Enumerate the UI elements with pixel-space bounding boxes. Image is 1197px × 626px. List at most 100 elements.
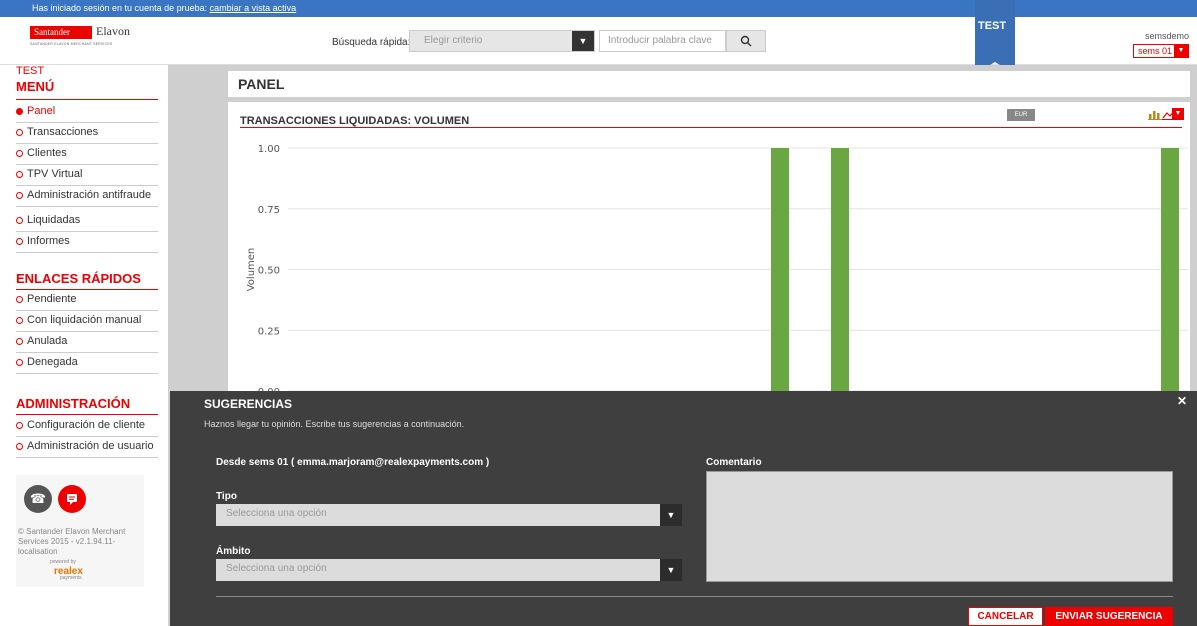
quick-link-voided[interactable]: Anulada xyxy=(16,332,158,353)
chart-widget: TRANSACCIONES LIQUIDADAS: VOLUMEN EUR ▼ … xyxy=(228,102,1190,392)
feedback-button[interactable] xyxy=(58,485,86,513)
chevron-down-icon: ▼ xyxy=(572,31,594,51)
y-tick-label: 0.75 xyxy=(258,205,280,216)
page-title: PANEL xyxy=(238,76,285,92)
quick-link-declined[interactable]: Denegada xyxy=(16,353,158,374)
bullet-icon xyxy=(16,359,23,366)
bullet-icon xyxy=(16,422,23,429)
chat-icon xyxy=(67,494,77,505)
trial-account-bar: Has iniciado sesión en tu cuenta de prue… xyxy=(0,0,1197,17)
type-select-placeholder: Selecciona una opción xyxy=(226,508,327,519)
copyright-text: © Santander Elavon Merchant Services 201… xyxy=(18,527,126,556)
chevron-down-icon: ▼ xyxy=(660,504,682,526)
chart-bar xyxy=(771,148,789,391)
send-suggestion-button[interactable]: ENVIAR SUGERENCIA xyxy=(1045,607,1173,626)
ribbon-shape xyxy=(975,0,1015,74)
y-tick-label: 0.25 xyxy=(258,326,280,337)
account-select-value: sems 01 xyxy=(1138,46,1173,56)
bullet-icon xyxy=(16,338,23,345)
suggestions-description: Haznos llegar tu opinión. Escribe tus su… xyxy=(204,419,465,429)
switch-to-live-link[interactable]: cambiar a vista activa xyxy=(210,3,297,13)
sidebar-item-reports[interactable]: Informes xyxy=(16,232,158,253)
sidebar-item-clients[interactable]: Clientes xyxy=(16,144,158,165)
keyword-input[interactable]: Introducir palabra clave xyxy=(599,30,726,52)
search-icon xyxy=(740,35,752,47)
comment-textarea[interactable] xyxy=(706,471,1173,582)
test-badge-label: TEST xyxy=(978,20,1007,32)
search-button[interactable] xyxy=(726,30,766,52)
phone-button[interactable]: ☎ xyxy=(24,485,52,513)
type-select[interactable]: Selecciona una opción ▼ xyxy=(216,504,682,526)
bullet-icon xyxy=(16,129,23,136)
admin-title: ADMINISTRACIÓN xyxy=(16,396,131,411)
chart-title: TRANSACCIONES LIQUIDADAS: VOLUMEN xyxy=(240,115,470,127)
quick-search-label: Búsqueda rápida: xyxy=(332,37,411,48)
chevron-down-icon: ▼ xyxy=(1174,45,1188,57)
logo-elavon: Elavon xyxy=(96,24,130,38)
logo-tagline: SANTANDER ELAVON MERCHANT SERVICES xyxy=(30,42,113,46)
contact-panel: ☎ © Santander Elavon Merchant Services 2… xyxy=(16,475,144,587)
chart-title-underline xyxy=(240,127,1182,128)
bullet-icon xyxy=(16,217,23,224)
username: semsdemo xyxy=(1144,31,1189,41)
quick-link-manual-settlement[interactable]: Con liquidación manual xyxy=(16,311,158,332)
currency-badge[interactable]: EUR xyxy=(1007,109,1035,121)
volume-chart: 0.000.250.500.751.0015 abr20 abr25 abr30… xyxy=(246,144,1188,392)
sidebar-item-antifraud[interactable]: Administración antifraude xyxy=(16,186,158,207)
scope-label: Ámbito xyxy=(216,546,251,557)
quick-link-pending[interactable]: Pendiente xyxy=(16,290,158,311)
chart-bar xyxy=(1161,148,1179,391)
test-environment-ribbon: TEST xyxy=(975,0,1015,74)
chevron-down-icon[interactable]: ▼ xyxy=(1172,108,1184,120)
bullet-icon xyxy=(16,296,23,303)
env-label: TEST xyxy=(16,65,45,77)
bullet-filled-icon xyxy=(16,108,23,115)
bullet-icon xyxy=(16,192,23,199)
search-criteria-select[interactable]: Elegir criterio ▼ xyxy=(409,30,595,52)
realex-logo: realex payments xyxy=(54,566,83,581)
y-tick-label: 1.00 xyxy=(258,144,280,155)
santander-elavon-logo[interactable]: Santander Elavon SANTANDER ELAVON MERCHA… xyxy=(30,24,150,54)
sidebar: TEST MENÚ Panel Transacciones Clientes T… xyxy=(0,65,168,626)
sender-info: Desde sems 01 ( emma.marjoram@realexpaym… xyxy=(216,457,490,468)
bullet-icon xyxy=(16,443,23,450)
form-divider xyxy=(216,596,1173,597)
suggestions-panel: ✕ SUGERENCIAS Haznos llegar tu opinión. … xyxy=(170,391,1197,626)
admin-divider xyxy=(16,414,158,415)
y-axis-label: Volumen xyxy=(246,248,257,292)
sidebar-item-panel[interactable]: Panel xyxy=(16,102,158,123)
panel-header: PANEL xyxy=(228,71,1190,97)
cancel-button[interactable]: CANCELAR xyxy=(968,607,1043,626)
quick-links-title: ENLACES RÁPIDOS xyxy=(16,271,141,286)
admin-item-user-admin[interactable]: Administración de usuario xyxy=(16,437,158,458)
bullet-icon xyxy=(16,171,23,178)
bullet-icon xyxy=(16,238,23,245)
header: Santander Elavon SANTANDER ELAVON MERCHA… xyxy=(0,0,1197,74)
type-label: Tipo xyxy=(216,491,237,502)
scope-select[interactable]: Selecciona una opción ▼ xyxy=(216,559,682,581)
chart-bar xyxy=(831,148,849,391)
sidebar-item-settled[interactable]: Liquidadas xyxy=(16,211,158,232)
menu-divider xyxy=(16,99,158,100)
chevron-down-icon: ▼ xyxy=(660,559,682,581)
logo-santander: Santander xyxy=(30,26,92,39)
menu-title: MENÚ xyxy=(16,79,55,94)
comment-label: Comentario xyxy=(706,457,762,468)
suggestions-title: SUGERENCIAS xyxy=(204,397,293,411)
chart-type-toolbar: ▼ xyxy=(1130,108,1184,122)
bullet-icon xyxy=(16,317,23,324)
admin-item-client-config[interactable]: Configuración de cliente xyxy=(16,416,158,437)
phone-icon: ☎ xyxy=(29,491,47,506)
account-select[interactable]: sems 01 ▼ xyxy=(1133,44,1189,58)
sidebar-item-transactions[interactable]: Transacciones xyxy=(16,123,158,144)
sidebar-item-virtual-pos[interactable]: TPV Virtual xyxy=(16,165,158,186)
bullet-icon xyxy=(16,150,23,157)
bar-chart-icon[interactable] xyxy=(1148,108,1162,120)
realex-logo-sub: payments xyxy=(60,575,82,581)
y-tick-label: 0.50 xyxy=(258,266,280,277)
trial-account-text: Has iniciado sesión en tu cuenta de prue… xyxy=(32,3,210,13)
scope-select-placeholder: Selecciona una opción xyxy=(226,563,327,574)
powered-by-label: powered by xyxy=(50,559,76,565)
close-icon[interactable]: ✕ xyxy=(1177,394,1187,408)
search-criteria-placeholder: Elegir criterio xyxy=(424,35,483,46)
